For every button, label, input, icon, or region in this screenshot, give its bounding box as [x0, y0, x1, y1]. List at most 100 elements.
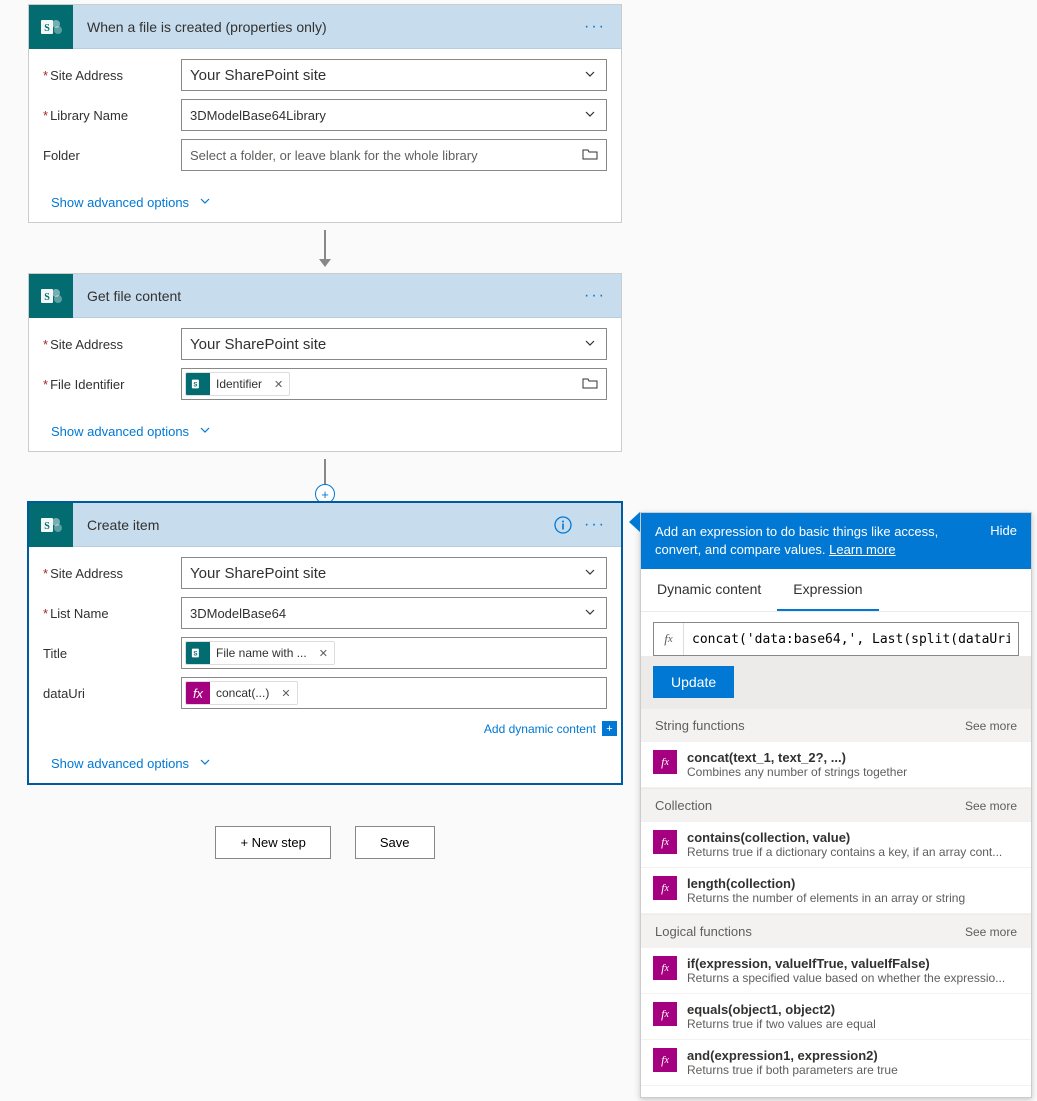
site-address-label: *Site Address: [43, 566, 181, 581]
folder-icon[interactable]: [582, 376, 598, 393]
card-title: Create item: [73, 517, 551, 533]
filename-token[interactable]: S File name with ... ✕: [185, 641, 335, 665]
chevron-down-icon: [199, 195, 211, 210]
site-address-input[interactable]: Your SharePoint site: [181, 557, 607, 589]
show-advanced-link[interactable]: Show advanced options: [29, 414, 621, 451]
title-input[interactable]: S File name with ... ✕: [181, 637, 607, 669]
fx-icon: fx: [654, 623, 684, 655]
svg-text:S: S: [193, 382, 197, 389]
section-header: Logical functionsSee more: [641, 914, 1031, 948]
more-icon[interactable]: ···: [581, 511, 609, 539]
chevron-down-icon: [582, 108, 598, 123]
see-more-link[interactable]: See more: [965, 799, 1017, 813]
info-icon[interactable]: [551, 513, 575, 537]
svg-text:S: S: [44, 521, 50, 532]
functions-list[interactable]: String functionsSee morefx concat(text_1…: [641, 708, 1031, 1097]
expression-input[interactable]: [684, 623, 1018, 655]
datauri-label: dataUri: [43, 686, 181, 701]
folder-icon[interactable]: [582, 147, 598, 164]
fx-icon: fx: [653, 1048, 677, 1072]
fx-icon: fx: [653, 750, 677, 774]
function-item[interactable]: fx equals(object1, object2)Returns true …: [641, 994, 1031, 1040]
file-identifier-label: *File Identifier: [43, 377, 181, 392]
list-name-input[interactable]: 3DModelBase64: [181, 597, 607, 629]
card-header[interactable]: S Create item ···: [29, 503, 621, 547]
more-icon[interactable]: ···: [581, 13, 609, 41]
file-identifier-input[interactable]: S Identifier ✕: [181, 368, 607, 400]
fx-icon: fx: [653, 1002, 677, 1026]
chevron-down-icon: [582, 566, 598, 581]
svg-text:S: S: [193, 651, 197, 658]
datauri-input[interactable]: fx concat(...) ✕: [181, 677, 607, 709]
get-file-content-card: S Get file content ··· *Site Address You…: [28, 273, 622, 452]
update-button[interactable]: Update: [653, 666, 734, 698]
card-title: When a file is created (properties only): [73, 19, 581, 35]
fx-icon: fx: [653, 876, 677, 900]
folder-input[interactable]: Select a folder, or leave blank for the …: [181, 139, 607, 171]
identifier-token[interactable]: S Identifier ✕: [185, 372, 290, 396]
tab-expression[interactable]: Expression: [777, 569, 878, 611]
function-item[interactable]: fx contains(collection, value)Returns tr…: [641, 822, 1031, 868]
remove-token-icon[interactable]: ✕: [313, 647, 334, 660]
connector: [28, 223, 622, 273]
chevron-down-icon: [582, 606, 598, 621]
create-item-card: S Create item ··· *Site Address Your Sha…: [28, 502, 622, 784]
show-advanced-link[interactable]: Show advanced options: [29, 746, 621, 783]
remove-token-icon[interactable]: ✕: [268, 378, 289, 391]
expression-input-row: fx: [653, 622, 1019, 656]
plus-icon: +: [602, 721, 617, 736]
sharepoint-token-icon: S: [186, 372, 210, 396]
fx-token-icon: fx: [186, 681, 210, 705]
save-button[interactable]: Save: [355, 826, 435, 859]
more-icon[interactable]: ···: [581, 282, 609, 310]
function-item[interactable]: fx if(expression, valueIfTrue, valueIfFa…: [641, 948, 1031, 994]
sharepoint-icon: S: [29, 5, 73, 49]
site-address-label: *Site Address: [43, 337, 181, 352]
new-step-button[interactable]: + New step: [215, 826, 330, 859]
hint-text: Add an expression to do basic things lik…: [655, 524, 938, 557]
library-name-label: *Library Name: [43, 108, 181, 123]
concat-token[interactable]: fx concat(...) ✕: [185, 681, 298, 705]
add-dynamic-content-link[interactable]: Add dynamic content +: [181, 717, 617, 740]
library-name-input[interactable]: 3DModelBase64Library: [181, 99, 607, 131]
function-item[interactable]: fx length(collection)Returns the number …: [641, 868, 1031, 914]
folder-label: Folder: [43, 148, 181, 163]
sharepoint-token-icon: S: [186, 641, 210, 665]
chevron-down-icon: [582, 337, 598, 352]
site-address-input[interactable]: Your SharePoint site: [181, 59, 607, 91]
svg-text:S: S: [44, 292, 50, 303]
hide-link[interactable]: Hide: [990, 523, 1017, 538]
fx-icon: fx: [653, 956, 677, 980]
function-item[interactable]: fx concat(text_1, text_2?, ...)Combines …: [641, 742, 1031, 788]
card-header[interactable]: S Get file content ···: [29, 274, 621, 318]
chevron-down-icon: [582, 68, 598, 83]
sharepoint-icon: S: [29, 274, 73, 318]
panel-hint: Add an expression to do basic things lik…: [641, 513, 1031, 569]
show-advanced-link[interactable]: Show advanced options: [29, 185, 621, 222]
title-label: Title: [43, 646, 181, 661]
see-more-link[interactable]: See more: [965, 925, 1017, 939]
learn-more-link[interactable]: Learn more: [829, 542, 895, 557]
chevron-down-icon: [199, 756, 211, 771]
svg-text:S: S: [44, 23, 50, 34]
remove-token-icon[interactable]: ✕: [275, 687, 296, 700]
site-address-input[interactable]: Your SharePoint site: [181, 328, 607, 360]
fx-icon: fx: [653, 830, 677, 854]
trigger-card: S When a file is created (properties onl…: [28, 4, 622, 223]
site-address-label: *Site Address: [43, 68, 181, 83]
function-item[interactable]: fx and(expression1, expression2)Returns …: [641, 1040, 1031, 1086]
list-name-label: *List Name: [43, 606, 181, 621]
connector: +: [28, 452, 622, 502]
expression-panel: Add an expression to do basic things lik…: [640, 512, 1032, 1098]
see-more-link[interactable]: See more: [965, 719, 1017, 733]
tab-dynamic-content[interactable]: Dynamic content: [641, 569, 777, 611]
section-header: CollectionSee more: [641, 788, 1031, 822]
sharepoint-icon: S: [29, 503, 73, 547]
panel-tabs: Dynamic content Expression: [641, 569, 1031, 612]
section-header: String functionsSee more: [641, 708, 1031, 742]
add-action-button[interactable]: +: [315, 484, 335, 504]
panel-beak: [629, 512, 640, 532]
chevron-down-icon: [199, 424, 211, 439]
card-title: Get file content: [73, 288, 581, 304]
card-header[interactable]: S When a file is created (properties onl…: [29, 5, 621, 49]
